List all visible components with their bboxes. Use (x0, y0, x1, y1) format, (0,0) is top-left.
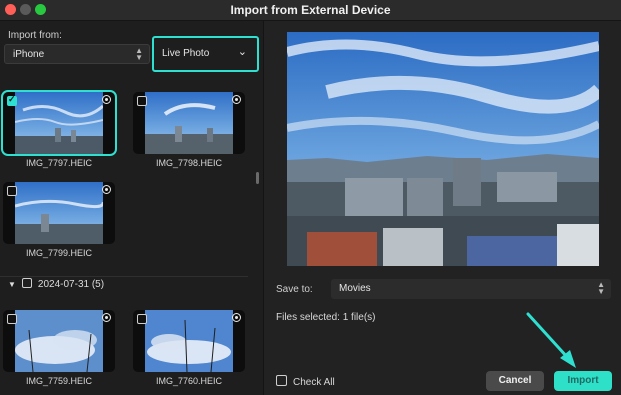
item-checkbox[interactable] (7, 94, 17, 106)
import-from-label: Import from: (8, 30, 62, 41)
scrollbar-thumb[interactable] (256, 172, 259, 184)
check-all-label: Check All (293, 377, 335, 388)
right-panel: Save to: Movies ▲ ▼ Files selected: 1 fil… (263, 21, 621, 395)
disclosure-triangle-icon[interactable]: ▼ (8, 280, 16, 289)
file-name: IMG_7759.HEIC (25, 376, 93, 386)
photo-image (15, 310, 103, 372)
item-checkbox[interactable] (7, 186, 17, 196)
device-select[interactable]: iPhone ▲ ▼ (4, 44, 150, 64)
live-photo-icon (232, 313, 241, 322)
check-all-checkbox[interactable] (276, 375, 287, 386)
chevron-down-icon: ⌄ (237, 46, 247, 58)
filter-select[interactable]: Live Photo ⌄ (152, 36, 259, 72)
item-checkbox[interactable] (137, 96, 147, 106)
photo-thumbnail[interactable] (133, 92, 245, 154)
photo-thumbnail[interactable] (133, 310, 245, 372)
title-bar: Import from External Device (0, 0, 621, 21)
import-button[interactable]: Import (554, 371, 612, 391)
photo-image (145, 92, 233, 154)
photo-image (145, 310, 233, 372)
file-name: IMG_7799.HEIC (25, 248, 93, 258)
file-name: IMG_7797.HEIC (25, 158, 93, 168)
photo-image (15, 92, 103, 154)
file-name: IMG_7798.HEIC (155, 158, 223, 168)
date-group-header[interactable]: ▼ 2024-07-31 (5) (8, 278, 104, 290)
device-select-value: iPhone (13, 49, 45, 60)
cancel-button[interactable]: Cancel (486, 371, 544, 391)
filter-select-value: Live Photo (162, 48, 210, 59)
photo-preview (287, 32, 599, 266)
photo-thumbnail[interactable] (3, 182, 115, 244)
live-photo-icon (102, 95, 111, 104)
window-title: Import from External Device (230, 3, 391, 17)
photo-thumbnail[interactable] (3, 310, 115, 372)
save-to-select[interactable]: Movies ▲ ▼ (331, 279, 611, 299)
photo-thumbnail[interactable] (1, 90, 117, 156)
up-down-arrows-icon: ▲ ▼ (597, 280, 605, 296)
item-checkbox[interactable] (137, 314, 147, 324)
group-checkbox[interactable] (21, 278, 32, 288)
group-label: 2024-07-31 (5) (37, 279, 105, 290)
photo-image (15, 182, 103, 244)
files-selected-text: Files selected: 1 file(s) (276, 312, 376, 323)
check-all-control[interactable]: Check All (276, 375, 335, 388)
live-photo-icon (232, 95, 241, 104)
item-checkbox[interactable] (7, 314, 17, 324)
up-down-arrows-icon: ▲ ▼ (135, 46, 143, 62)
divider (0, 276, 248, 277)
live-photo-icon (102, 185, 111, 194)
left-panel: Import from: iPhone ▲▼ Live Photo ⌄ IMG_… (0, 21, 262, 395)
save-to-label: Save to: (276, 284, 313, 295)
save-to-value: Movies (339, 283, 371, 294)
live-photo-icon (102, 313, 111, 322)
file-name: IMG_7760.HEIC (155, 376, 223, 386)
